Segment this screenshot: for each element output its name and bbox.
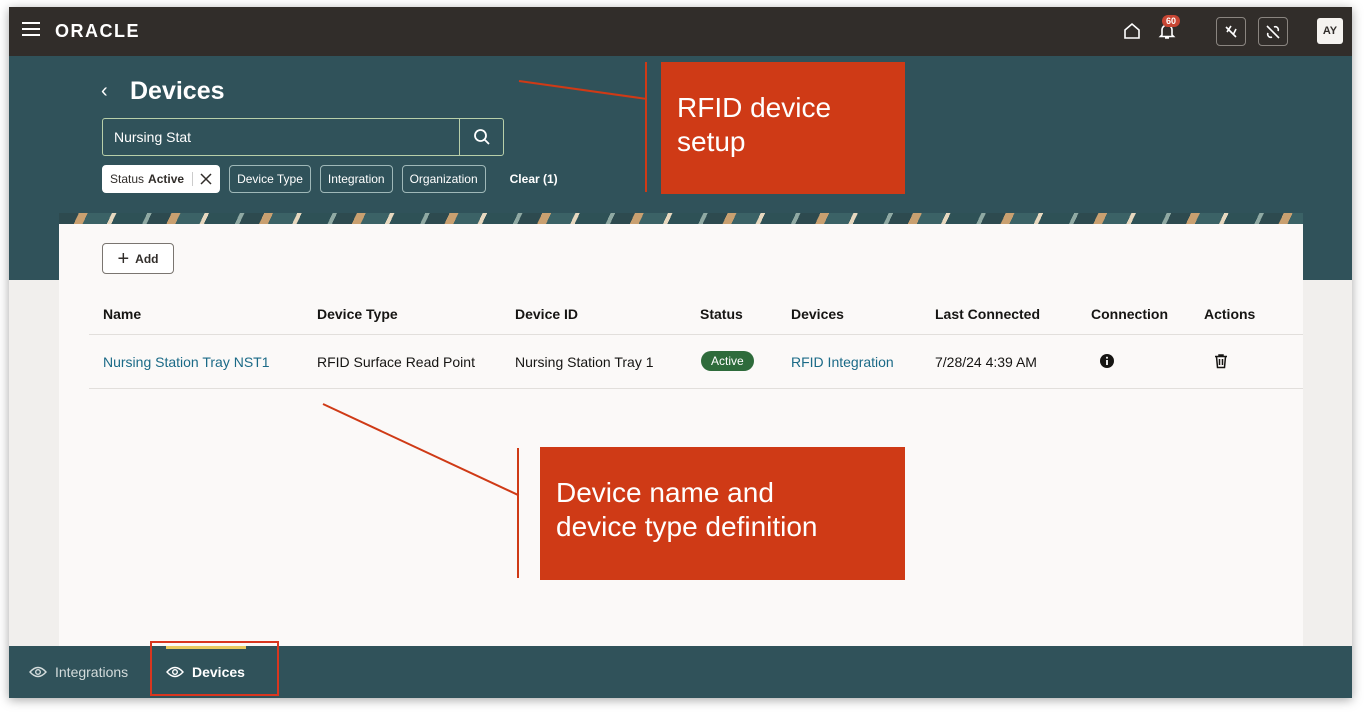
integration-link[interactable]: RFID Integration (791, 354, 894, 370)
menu-icon[interactable] (22, 22, 40, 36)
close-icon[interactable] (192, 172, 213, 186)
callout-rfid-setup-line2: setup (677, 126, 746, 157)
organization-filter-chip[interactable]: Organization (401, 165, 486, 193)
callout-device-definition: Device name and device type definition (540, 447, 905, 580)
disconnect-icon[interactable] (1258, 17, 1288, 46)
device-name-link[interactable]: Nursing Station Tray NST1 (103, 354, 270, 370)
connection-icon[interactable] (1216, 17, 1246, 46)
highlight-box (150, 641, 279, 696)
column-header-name[interactable]: Name (103, 306, 141, 322)
eye-icon (29, 666, 47, 678)
row-divider (89, 388, 1303, 389)
info-icon[interactable] (1099, 353, 1115, 372)
callout-device-definition-line1: Device name and (556, 477, 774, 508)
trash-icon[interactable] (1213, 353, 1229, 372)
clear-filters-link[interactable]: Clear (1) (510, 172, 558, 186)
column-header-actions[interactable]: Actions (1204, 306, 1255, 322)
device-id-cell: Nursing Station Tray 1 (515, 354, 654, 370)
device-type-cell: RFID Surface Read Point (317, 354, 475, 370)
status-badge: Active (701, 351, 754, 371)
bottom-navigation: Integrations Devices (9, 641, 1352, 698)
notification-badge: 60 (1162, 15, 1181, 27)
device-type-filter-chip[interactable]: Device Type (229, 165, 311, 193)
search-icon (473, 129, 490, 145)
page-title: Devices (130, 77, 225, 105)
brand-logo: ORACLE (55, 21, 140, 41)
status-filter-value: Active (148, 172, 185, 186)
status-filter-label: Status (110, 172, 145, 186)
callout-rfid-setup-line1: RFID device (677, 92, 832, 123)
nav-label-integrations: Integrations (55, 664, 129, 680)
add-button-label: Add (135, 251, 159, 266)
column-header-connection[interactable]: Connection (1091, 306, 1168, 322)
header-divider (89, 334, 1303, 335)
add-button[interactable]: + Add (102, 243, 174, 274)
home-icon[interactable] (1120, 19, 1144, 43)
column-header-last-connected[interactable]: Last Connected (935, 306, 1040, 322)
last-connected-cell: 7/28/24 4:39 AM (935, 354, 1037, 370)
filter-chips: Status Active Device Type Integration Or… (102, 165, 558, 193)
search-box (102, 118, 504, 156)
column-header-device-type[interactable]: Device Type (317, 306, 398, 322)
search-button[interactable] (459, 119, 503, 155)
back-chevron-icon[interactable]: ‹ (101, 80, 108, 103)
callout-rfid-setup: RFID device setup (661, 62, 905, 194)
callout-bar-bottom (517, 448, 519, 578)
search-input[interactable] (103, 119, 459, 155)
app-window: ORACLE 60 AY ‹ Devices Status Active (9, 7, 1352, 698)
callout-bar-top (645, 62, 647, 192)
callout-device-definition-line2: device type definition (556, 511, 818, 542)
plus-icon: + (117, 247, 130, 270)
column-header-status[interactable]: Status (700, 306, 743, 322)
column-header-devices[interactable]: Devices (791, 306, 844, 322)
integration-filter-chip[interactable]: Integration (319, 165, 393, 193)
devices-card: + Add Name Device Type Device ID Status … (59, 224, 1303, 654)
status-filter-chip[interactable]: Status Active (102, 165, 221, 193)
column-header-device-id[interactable]: Device ID (515, 306, 578, 322)
top-bar: ORACLE 60 AY (9, 7, 1352, 56)
avatar[interactable]: AY (1317, 18, 1343, 44)
nav-item-integrations[interactable]: Integrations (29, 646, 128, 698)
